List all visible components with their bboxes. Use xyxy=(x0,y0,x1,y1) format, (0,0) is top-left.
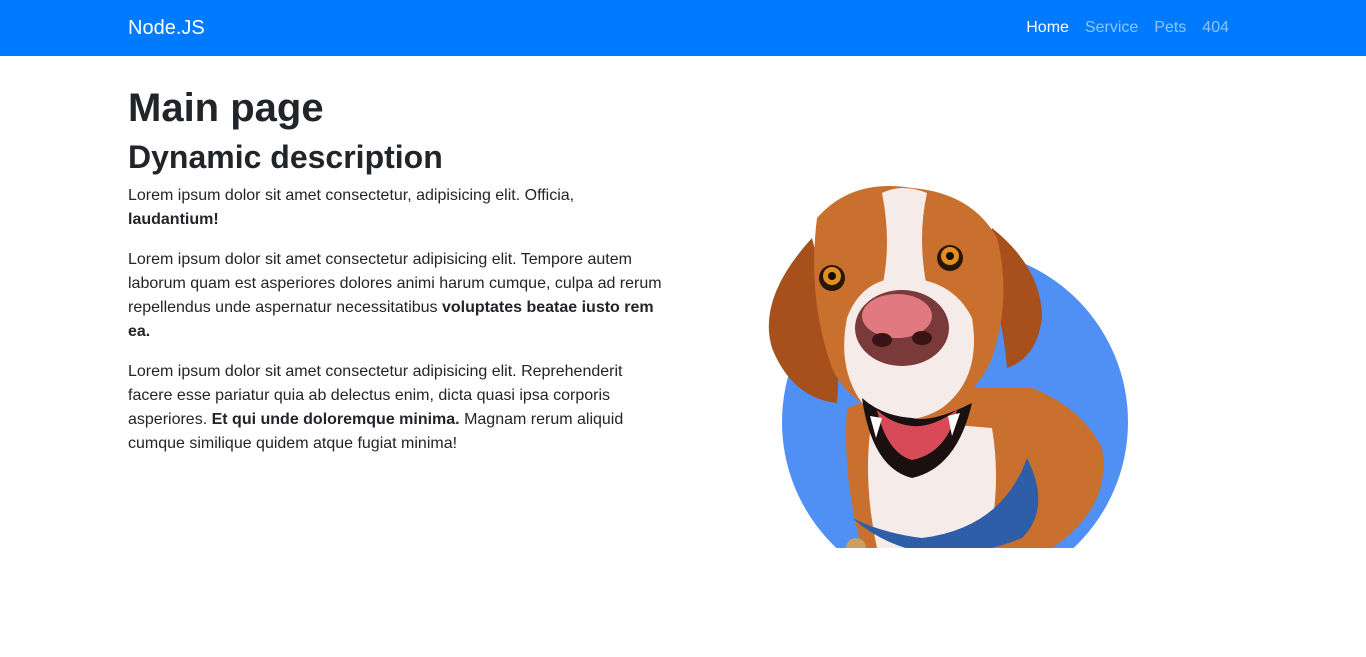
dog-illustration-icon xyxy=(768,186,1128,595)
paragraph-1-bold: laudantium! xyxy=(128,211,219,228)
hero-image xyxy=(752,148,1142,595)
content-column: Main page Dynamic description Lorem ipsu… xyxy=(128,56,668,472)
nav-link-404[interactable]: 404 xyxy=(1202,19,1229,37)
paragraph-3: Lorem ipsum dolor sit amet consectetur a… xyxy=(128,360,668,456)
page-title: Main page xyxy=(128,86,324,130)
paragraph-1-text: Lorem ipsum dolor sit amet consectetur, … xyxy=(128,187,575,204)
nav-link-service[interactable]: Service xyxy=(1085,19,1138,37)
nav-link-home[interactable]: Home xyxy=(1026,19,1069,37)
paragraph-2: Lorem ipsum dolor sit amet consectetur a… xyxy=(128,248,668,344)
nav-links: Home Service Pets 404 xyxy=(1026,19,1229,37)
top-navbar: Node.JS Home Service Pets 404 xyxy=(0,0,1366,56)
main-container: Main page Dynamic description Lorem ipsu… xyxy=(0,56,1366,657)
paragraph-1: Lorem ipsum dolor sit amet consectetur, … xyxy=(128,184,668,232)
paragraph-3-bold: Et qui unde doloremque minima. xyxy=(211,411,460,428)
nav-link-pets[interactable]: Pets xyxy=(1154,19,1186,37)
brand-link[interactable]: Node.JS xyxy=(128,17,205,40)
section-subtitle: Dynamic description xyxy=(128,139,443,175)
